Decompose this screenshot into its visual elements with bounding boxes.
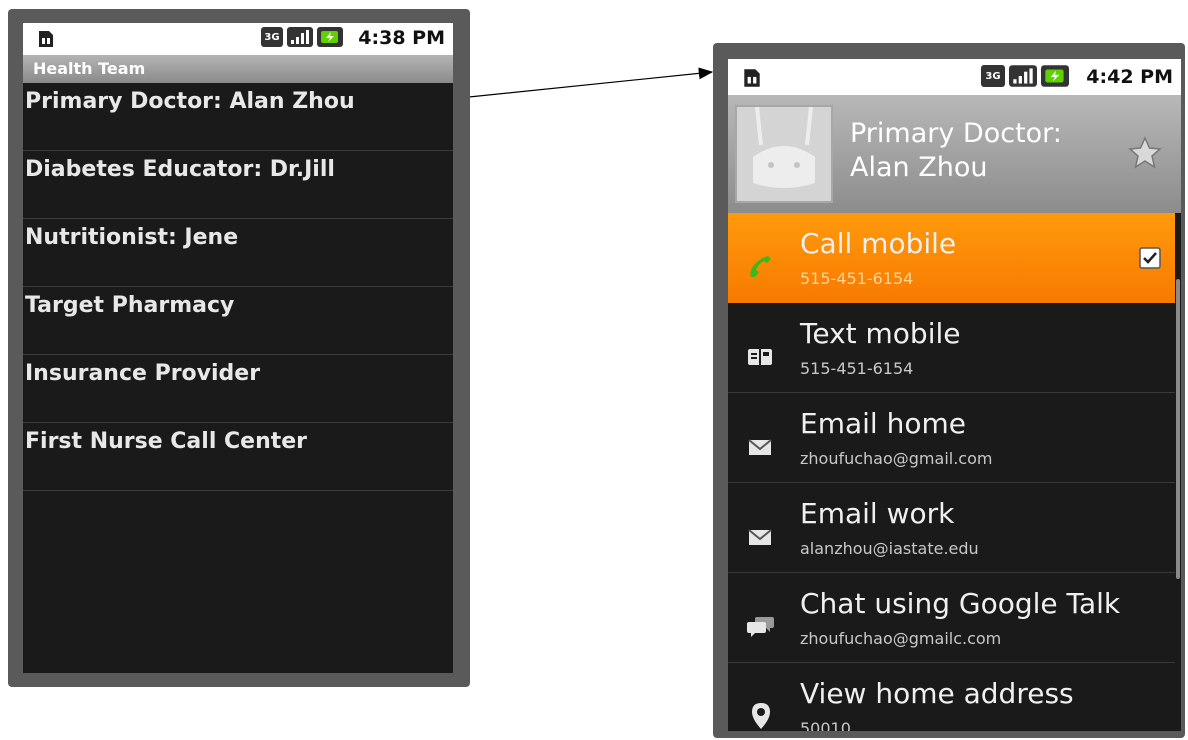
network-3g-icon: 3G xyxy=(981,65,1005,87)
status-bar: 3G 4:38 PM xyxy=(23,23,453,55)
battery-charging-icon xyxy=(317,27,343,47)
page-title: Health Team xyxy=(23,55,453,83)
contact-name: Primary Doctor: Alan Zhou xyxy=(850,118,1062,183)
contact-actions-list: Call mobile 515-451-6154 Text mobile 515… xyxy=(728,213,1175,731)
network-3g-icon: 3G xyxy=(261,27,283,47)
signal-icon xyxy=(287,27,313,47)
clock: 4:38 PM xyxy=(358,27,445,49)
envelope-icon xyxy=(748,529,772,545)
action-email-work[interactable]: Email work alanzhou@iastate.edu xyxy=(728,483,1175,573)
envelope-icon xyxy=(748,439,772,455)
list-item-pharmacy[interactable]: Target Pharmacy xyxy=(23,287,453,355)
list-item-nurse-call-center[interactable]: First Nurse Call Center xyxy=(23,423,453,491)
map-pin-icon xyxy=(752,703,770,729)
chat-icon xyxy=(747,617,774,637)
contact-header: Primary Doctor: Alan Zhou xyxy=(728,95,1181,213)
android-avatar-icon xyxy=(753,106,815,188)
phone-icon xyxy=(750,256,771,277)
action-call-mobile[interactable]: Call mobile 515-451-6154 xyxy=(728,213,1175,303)
health-team-list: Primary Doctor: Alan Zhou Diabetes Educa… xyxy=(23,83,453,491)
scrollbar[interactable] xyxy=(1176,279,1180,579)
list-item-primary-doctor[interactable]: Primary Doctor: Alan Zhou xyxy=(23,83,453,151)
checkbox-checked[interactable] xyxy=(1139,247,1161,269)
action-google-talk[interactable]: Chat using Google Talk zhoufuchao@gmailc… xyxy=(728,573,1175,663)
list-item-diabetes-educator[interactable]: Diabetes Educator: Dr.Jill xyxy=(23,151,453,219)
star-icon[interactable] xyxy=(1127,135,1163,171)
left-phone-frame: 3G 4:38 PM Health Team Primary Doctor: A… xyxy=(8,9,470,687)
list-item-insurance[interactable]: Insurance Provider xyxy=(23,355,453,423)
clock: 4:42 PM xyxy=(1086,66,1173,88)
sim-card-icon xyxy=(39,31,53,47)
right-phone-frame: 3G 4:42 PM Primary Doctor: Alan Zhou Cal… xyxy=(713,43,1185,738)
sms-icon xyxy=(748,349,772,365)
battery-charging-icon xyxy=(1041,65,1069,87)
sim-card-icon xyxy=(744,69,760,87)
action-text-mobile[interactable]: Text mobile 515-451-6154 xyxy=(728,303,1175,393)
right-phone-screen: 3G 4:42 PM Primary Doctor: Alan Zhou Cal… xyxy=(728,59,1181,731)
left-phone-screen: 3G 4:38 PM Health Team Primary Doctor: A… xyxy=(23,23,453,673)
action-email-home[interactable]: Email home zhoufuchao@gmail.com xyxy=(728,393,1175,483)
signal-icon xyxy=(1009,65,1037,87)
status-bar: 3G 4:42 PM xyxy=(728,59,1181,95)
avatar[interactable] xyxy=(735,105,833,203)
action-view-home-address[interactable]: View home address 50010 xyxy=(728,663,1175,731)
list-item-nutritionist[interactable]: Nutritionist: Jene xyxy=(23,219,453,287)
